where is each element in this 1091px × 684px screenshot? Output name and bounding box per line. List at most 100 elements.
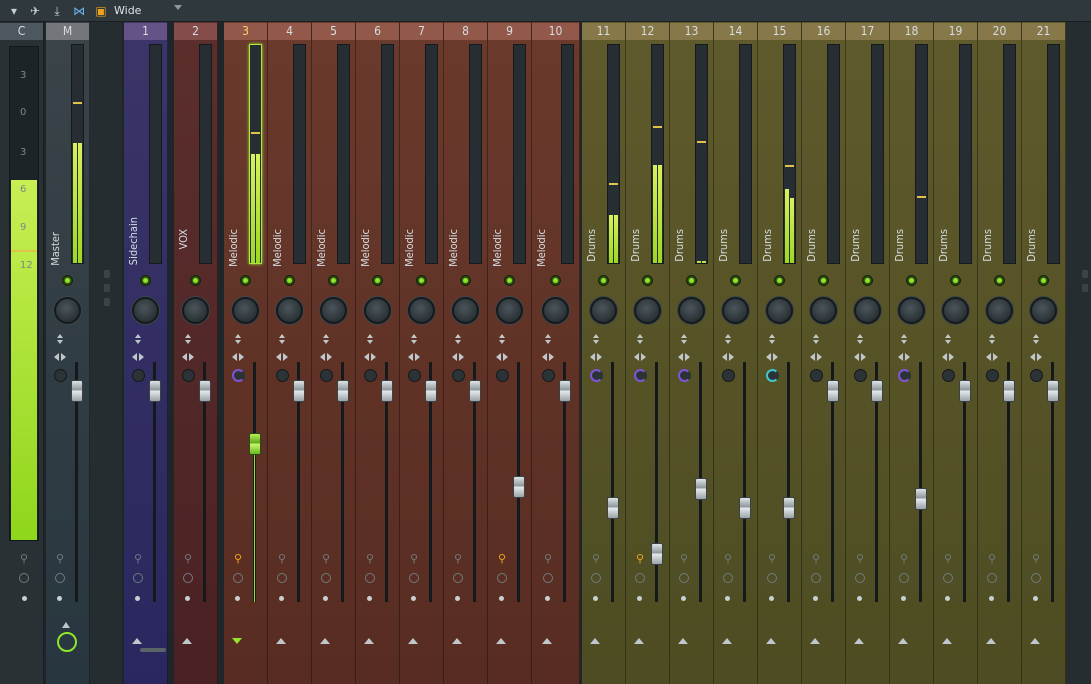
send-arrow-icon[interactable] xyxy=(132,638,142,644)
route-dot[interactable] xyxy=(411,596,416,601)
strip-name-label[interactable]: Melodic xyxy=(403,229,416,267)
resize-grip[interactable] xyxy=(1082,284,1088,292)
route-dot[interactable] xyxy=(22,596,27,601)
updown-arrow-icon[interactable] xyxy=(766,334,778,346)
clock-icon[interactable] xyxy=(767,573,777,583)
updown-arrow-icon[interactable] xyxy=(722,334,734,346)
route-dot[interactable] xyxy=(593,596,598,601)
updown-arrow-icon[interactable] xyxy=(542,334,554,346)
swap-lr-icon[interactable] xyxy=(810,351,822,363)
route-dot[interactable] xyxy=(637,596,642,601)
enable-switch[interactable] xyxy=(284,275,295,286)
pan-knob[interactable] xyxy=(276,297,303,324)
stereo-separation-knob[interactable] xyxy=(364,369,377,382)
bulb-icon[interactable]: ⚲ xyxy=(452,553,464,565)
strip-name-label[interactable]: Drums xyxy=(849,229,862,262)
clock-icon[interactable] xyxy=(409,573,419,583)
strip-number[interactable]: 3 xyxy=(224,23,267,40)
strip-number[interactable]: 15 xyxy=(758,23,801,40)
swap-lr-icon[interactable] xyxy=(320,351,332,363)
stereo-separation-knob[interactable] xyxy=(590,369,603,382)
master-route-circle-icon[interactable] xyxy=(57,632,77,652)
route-dot[interactable] xyxy=(279,596,284,601)
bulb-icon[interactable]: ⚲ xyxy=(276,553,288,565)
horizontal-scrollbar[interactable] xyxy=(140,648,166,652)
clock-icon[interactable] xyxy=(811,573,821,583)
send-arrow-icon[interactable] xyxy=(722,638,732,644)
swap-lr-icon[interactable] xyxy=(1030,351,1042,363)
strip-name-label[interactable]: Melodic xyxy=(359,229,372,267)
send-arrow-icon[interactable] xyxy=(634,638,644,644)
route-dot[interactable] xyxy=(57,596,62,601)
volume-fader[interactable] xyxy=(959,379,971,402)
strip-name-label[interactable]: Drums xyxy=(673,229,686,262)
volume-fader[interactable] xyxy=(249,432,261,455)
send-arrow-icon[interactable] xyxy=(590,638,600,644)
enable-switch[interactable] xyxy=(686,275,697,286)
pan-knob[interactable] xyxy=(232,297,259,324)
clock-icon[interactable] xyxy=(497,573,507,583)
updown-arrow-icon[interactable] xyxy=(408,334,420,346)
clock-icon[interactable] xyxy=(321,573,331,583)
volume-fader[interactable] xyxy=(381,379,393,402)
strip-number[interactable]: 6 xyxy=(356,23,399,40)
strip-number[interactable]: 2 xyxy=(174,23,217,40)
updown-arrow-icon[interactable] xyxy=(678,334,690,346)
volume-fader[interactable] xyxy=(783,497,795,520)
send-arrow-icon[interactable] xyxy=(854,638,864,644)
route-dot[interactable] xyxy=(235,596,240,601)
strip-name-label[interactable]: Drums xyxy=(981,229,994,262)
strip-number[interactable]: 1 xyxy=(124,23,167,40)
bulb-icon[interactable]: ⚲ xyxy=(320,553,332,565)
bulb-icon[interactable]: ⚲ xyxy=(542,553,554,565)
bulb-icon[interactable]: ⚲ xyxy=(54,553,66,565)
clock-icon[interactable] xyxy=(183,573,193,583)
volume-fader[interactable] xyxy=(827,379,839,402)
volume-fader[interactable] xyxy=(149,379,161,402)
swap-lr-icon[interactable] xyxy=(232,351,244,363)
bulb-icon[interactable]: ⚲ xyxy=(182,553,194,565)
enable-switch[interactable] xyxy=(460,275,471,286)
enable-switch[interactable] xyxy=(642,275,653,286)
view-mode-dropdown-icon[interactable] xyxy=(174,5,182,10)
bulb-icon[interactable]: ⚲ xyxy=(132,553,144,565)
stereo-separation-knob[interactable] xyxy=(232,369,245,382)
clock-icon[interactable] xyxy=(453,573,463,583)
swap-lr-icon[interactable] xyxy=(854,351,866,363)
volume-fader[interactable] xyxy=(337,379,349,402)
wand-icon[interactable]: ✈ xyxy=(27,3,43,19)
volume-fader[interactable] xyxy=(71,379,83,402)
enable-switch[interactable] xyxy=(598,275,609,286)
bulb-icon[interactable]: ⚲ xyxy=(1030,553,1042,565)
swap-lr-icon[interactable] xyxy=(408,351,420,363)
strip-name-label[interactable]: Drums xyxy=(937,229,950,262)
volume-fader[interactable] xyxy=(425,379,437,402)
strip-name-label[interactable]: Sidechain xyxy=(127,217,140,265)
master-route-arrow-icon[interactable] xyxy=(62,622,70,628)
stereo-separation-knob[interactable] xyxy=(276,369,289,382)
swap-lr-icon[interactable] xyxy=(766,351,778,363)
bulb-icon[interactable]: ⚲ xyxy=(942,553,954,565)
bulb-icon[interactable]: ⚲ xyxy=(408,553,420,565)
strip-number[interactable]: 8 xyxy=(444,23,487,40)
route-dot[interactable] xyxy=(989,596,994,601)
updown-arrow-icon[interactable] xyxy=(452,334,464,346)
swap-lr-icon[interactable] xyxy=(364,351,376,363)
strip-name-label[interactable]: Melodic xyxy=(447,229,460,267)
bulb-icon[interactable]: ⚲ xyxy=(678,553,690,565)
resize-grip[interactable] xyxy=(1082,270,1088,278)
resize-grip[interactable] xyxy=(104,270,110,278)
stereo-separation-knob[interactable] xyxy=(320,369,333,382)
clock-icon[interactable] xyxy=(543,573,553,583)
route-dot[interactable] xyxy=(323,596,328,601)
send-arrow-icon[interactable] xyxy=(408,638,418,644)
volume-fader[interactable] xyxy=(695,478,707,501)
updown-arrow-icon[interactable] xyxy=(276,334,288,346)
resize-grip[interactable] xyxy=(104,298,110,306)
route-dot[interactable] xyxy=(813,596,818,601)
updown-arrow-icon[interactable] xyxy=(634,334,646,346)
volume-fader[interactable] xyxy=(469,379,481,402)
strip-name-label[interactable]: Melodic xyxy=(491,229,504,267)
clock-icon[interactable] xyxy=(19,573,29,583)
pan-knob[interactable] xyxy=(496,297,523,324)
